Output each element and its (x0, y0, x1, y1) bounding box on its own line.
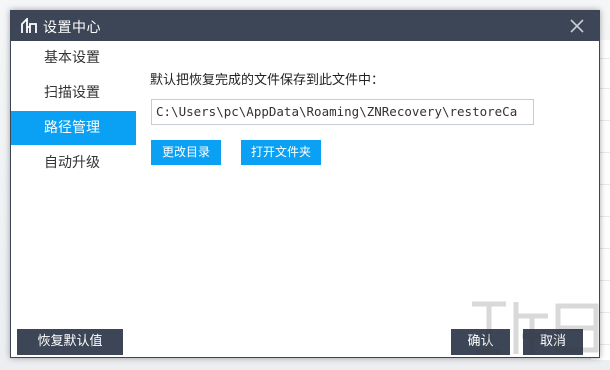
app-logo-icon (21, 18, 37, 33)
open-folder-button[interactable]: 打开文件夹 (241, 140, 321, 165)
title-bar: 设置中心 (11, 11, 599, 41)
dialog-title: 设置中心 (43, 20, 101, 36)
restore-default-button[interactable]: 恢复默认值 (17, 329, 123, 355)
close-icon[interactable] (567, 16, 587, 36)
ok-button[interactable]: 确认 (451, 329, 510, 355)
sidebar-item-update[interactable]: 自动升级 (11, 146, 136, 180)
sidebar-item-scan[interactable]: 扫描设置 (11, 76, 136, 110)
change-directory-button[interactable]: 更改目录 (151, 140, 221, 165)
save-path-field[interactable]: C:\Users\pc\AppData\Roaming\ZNRecovery\r… (151, 99, 534, 125)
save-path-label: 默认把恢复完成的文件保存到此文件中： (150, 73, 385, 88)
settings-dialog: 设置中心 基本设置 扫描设置 路径管理 自动升级 恢复默认值 默认把恢复完成的文… (10, 10, 600, 358)
settings-sidebar: 基本设置 扫描设置 路径管理 自动升级 恢复默认值 (11, 41, 136, 357)
sidebar-item-path[interactable]: 路径管理 (11, 111, 136, 145)
cancel-button[interactable]: 取消 (523, 329, 583, 355)
sidebar-item-basic[interactable]: 基本设置 (11, 41, 136, 75)
